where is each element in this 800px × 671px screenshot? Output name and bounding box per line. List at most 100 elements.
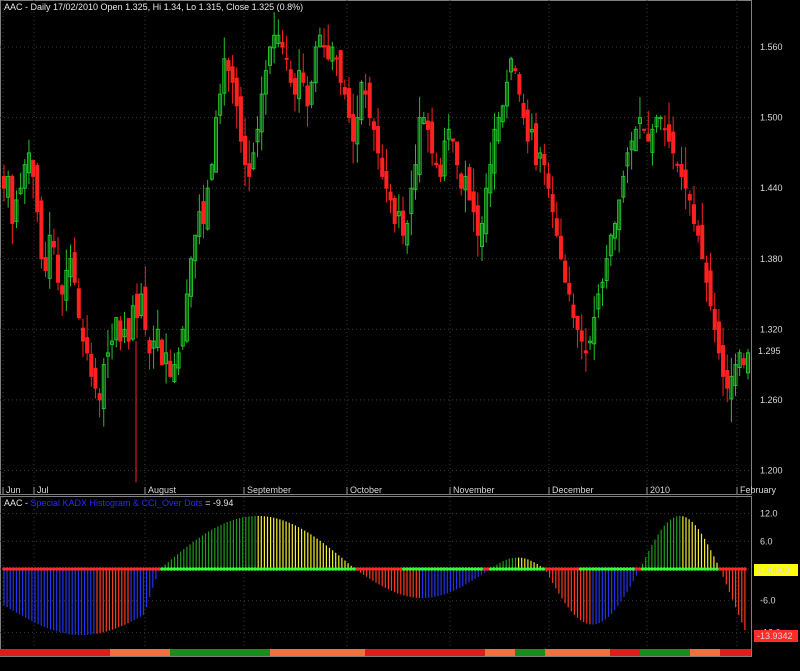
- cci-dot: [563, 567, 567, 571]
- cci-dot: [461, 567, 465, 571]
- cci-dot: [73, 567, 78, 571]
- candle-down: [550, 194, 555, 213]
- cci-dot: [420, 567, 425, 571]
- cci-dot: [27, 567, 31, 571]
- cci-dot: [281, 567, 285, 571]
- cci-dot: [433, 567, 437, 571]
- cci-dot: [718, 567, 722, 571]
- candle-down: [455, 141, 460, 166]
- cci-dot: [306, 567, 310, 571]
- candle-down: [513, 68, 518, 72]
- indicator-y-tick: 6.0: [760, 536, 773, 546]
- cci-dot: [368, 567, 372, 571]
- candle-down: [234, 77, 239, 107]
- cci-dot: [203, 567, 208, 571]
- cci-dot: [98, 567, 102, 571]
- cci-dot: [622, 567, 626, 571]
- strip-segment: [690, 649, 720, 656]
- cci-dot: [82, 567, 87, 571]
- cci-dot: [234, 567, 239, 571]
- cci-dot: [523, 567, 527, 571]
- cci-dot: [653, 567, 657, 571]
- candle-down: [85, 337, 90, 354]
- cci-dot: [51, 567, 56, 571]
- strip-segment: [365, 649, 485, 656]
- candle-down: [679, 164, 684, 177]
- cci-dot: [355, 567, 360, 571]
- candle-down: [80, 327, 85, 342]
- candle-down: [704, 262, 709, 283]
- cci-dot: [135, 567, 140, 571]
- candle-down: [243, 135, 248, 166]
- cci-dot: [302, 567, 307, 571]
- candle-down: [168, 360, 173, 377]
- cci-dot: [315, 567, 319, 571]
- cci-dot: [42, 567, 47, 571]
- cci-dot: [736, 567, 741, 571]
- price-y-tick: 1.560: [760, 42, 783, 52]
- cci-dot: [606, 567, 611, 571]
- cci-dot: [492, 567, 496, 571]
- candle-down: [571, 304, 576, 319]
- candle-down: [143, 286, 148, 330]
- cci-dot: [727, 567, 732, 571]
- candle-down: [342, 87, 347, 95]
- cci-dot: [318, 567, 323, 571]
- cci-dot: [609, 567, 614, 571]
- cci-dot: [377, 567, 381, 571]
- cci-dot: [597, 567, 601, 571]
- candle-down: [376, 126, 381, 154]
- indicator-header-name: Special KADX Histogram & CCI_Over Dots: [31, 498, 204, 508]
- candle-down: [10, 175, 15, 224]
- cci-dot: [299, 567, 304, 571]
- month-label: September: [247, 485, 291, 495]
- candle-down: [97, 393, 102, 401]
- cci-dot: [185, 567, 189, 571]
- cci-dot: [532, 567, 536, 571]
- strip-segment: [610, 649, 640, 656]
- cci-dot: [389, 567, 394, 571]
- cci-dot: [30, 567, 34, 571]
- cci-dot: [702, 567, 707, 571]
- cci-dot: [380, 567, 385, 571]
- cci-dot: [216, 567, 220, 571]
- cci-dot: [271, 567, 276, 571]
- cci-dot: [45, 567, 50, 571]
- cci-dot: [163, 567, 167, 571]
- cci-dot: [516, 567, 521, 571]
- month-label: Jul: [37, 485, 49, 495]
- cci-dot: [107, 567, 112, 571]
- cci-dot: [14, 567, 19, 571]
- candle-down: [388, 191, 393, 201]
- cci-dot: [721, 567, 725, 571]
- cci-dot: [547, 567, 552, 571]
- cci-dot: [557, 567, 561, 571]
- cci-dot: [194, 567, 198, 571]
- candle-down: [292, 78, 297, 95]
- cci-dot: [76, 567, 81, 571]
- cci-dot: [408, 567, 412, 571]
- candle-down: [675, 163, 680, 166]
- price-y-tick: 1.380: [760, 254, 783, 264]
- cci-dot: [681, 567, 685, 571]
- cci-dot: [445, 567, 450, 571]
- candle-down: [230, 66, 235, 83]
- cci-dot: [160, 567, 164, 571]
- cci-dot: [476, 567, 481, 571]
- cci-dot: [417, 567, 422, 571]
- cci-dot: [383, 567, 388, 571]
- cci-dot: [684, 567, 688, 571]
- candle-down: [51, 241, 56, 248]
- cci-dot: [671, 567, 676, 571]
- candle-down: [201, 201, 206, 224]
- candle-down: [126, 318, 131, 342]
- cci-dot: [58, 567, 62, 571]
- candle-down: [646, 133, 651, 142]
- candle-down: [683, 169, 688, 189]
- cci-dot: [141, 567, 146, 571]
- candle-down: [43, 257, 48, 272]
- candle-down: [380, 157, 385, 177]
- cci-dot: [743, 567, 747, 571]
- cci-dot: [628, 567, 632, 571]
- candle-down: [367, 82, 372, 119]
